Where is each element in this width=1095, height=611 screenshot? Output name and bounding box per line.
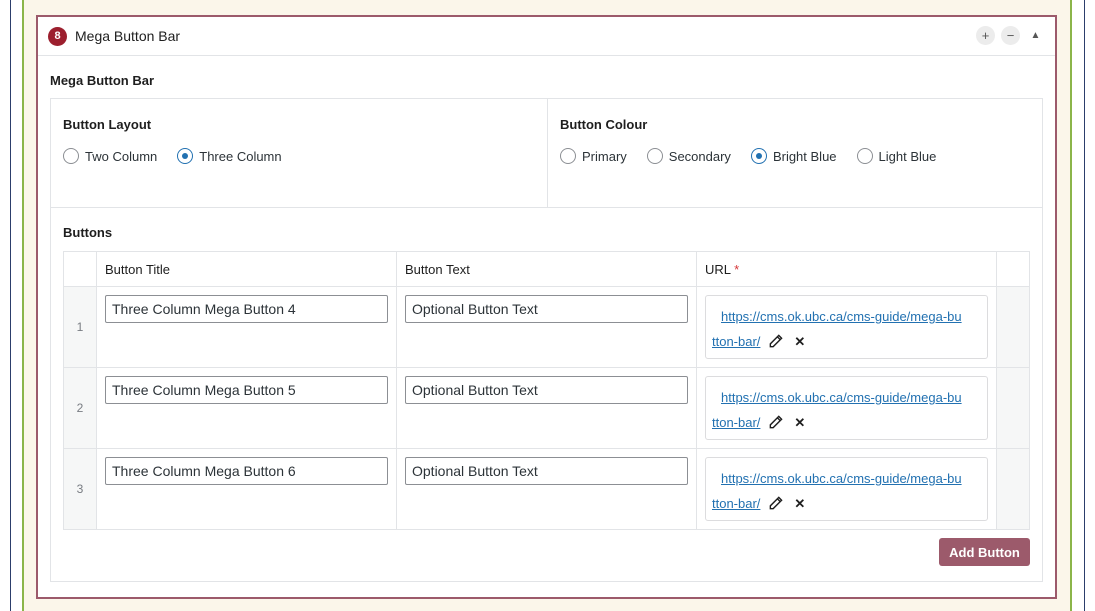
radio-light-blue[interactable]: Light Blue [856,148,937,164]
radio-secondary[interactable]: Secondary [646,148,731,164]
button-text-input[interactable] [405,457,688,485]
button-text-input[interactable] [405,295,688,323]
buttons-repeater: Button Title Button Text URL * 1 Three C… [63,251,1030,530]
button-text-input[interactable] [405,376,688,404]
pencil-icon[interactable] [768,496,784,512]
required-mark: * [734,261,740,277]
url-link-continued[interactable]: tton-bar/ [712,410,760,435]
button-layout-radios: Two Column Three Column [63,148,302,164]
field-group: Button Layout Two Column Three Column Bu… [50,98,1043,582]
url-link[interactable]: https://cms.ok.ubc.ca/cms-guide/mega-bu [721,309,962,324]
button-text-cell [396,286,697,368]
button-text-cell [396,367,697,449]
radio-label: Secondary [668,148,731,164]
url-link-continued[interactable]: tton-bar/ [712,329,760,354]
button-title-input[interactable] [105,295,388,323]
row-actions-cell[interactable] [996,448,1030,530]
button-colour-field: Button Colour Primary Secondary Bright B… [548,99,1042,207]
button-title-cell [96,286,397,368]
button-text-cell [396,448,697,530]
row-actions-cell[interactable] [996,367,1030,449]
header-url: URL * [696,251,997,287]
layout-block: 8 Mega Button Bar + − ▲ Mega Button Bar … [36,15,1057,599]
layout-title: Mega Button Bar [75,28,181,44]
pencil-icon[interactable] [768,334,784,350]
radio-label: Bright Blue [772,148,837,164]
button-colour-label: Button Colour [560,117,648,132]
radio-button-selected[interactable] [750,148,767,164]
button-title-cell [96,448,397,530]
table-row: 1 https://cms.ok.ubc.ca/cms-guide/mega-b… [63,286,1030,368]
radio-label: Three Column [199,148,282,164]
close-icon[interactable]: ✕ [794,329,805,354]
radio-button[interactable] [646,148,663,164]
button-title-input[interactable] [105,457,388,485]
url-link[interactable]: https://cms.ok.ubc.ca/cms-guide/mega-bu [721,390,962,405]
row-order-handle[interactable]: 3 [63,448,97,530]
field-label: Mega Button Bar [50,73,154,88]
radio-button-selected[interactable] [177,148,194,164]
row-actions-cell[interactable] [996,286,1030,368]
layout-controls: + − ▲ [976,26,1045,45]
repeater-header-row: Button Title Button Text URL * [63,251,1030,287]
url-header-label: URL [705,261,731,277]
url-link[interactable]: https://cms.ok.ubc.ca/cms-guide/mega-bu [721,471,962,486]
close-icon[interactable]: ✕ [794,491,805,516]
button-layout-label: Button Layout [63,117,152,132]
add-button-button[interactable]: Add Button [939,538,1030,566]
row-order-handle[interactable]: 1 [63,286,97,368]
radio-three-column[interactable]: Three Column [177,148,282,164]
radio-button[interactable] [560,148,576,164]
close-icon[interactable]: ✕ [794,410,805,435]
button-title-cell [96,367,397,449]
layout-header[interactable]: 8 Mega Button Bar + − ▲ [38,17,1055,56]
url-link-continued[interactable]: tton-bar/ [712,491,760,516]
pencil-icon[interactable] [768,415,784,431]
url-cell: https://cms.ok.ubc.ca/cms-guide/mega-bu … [696,367,997,449]
collapse-icon[interactable]: ▲ [1026,26,1045,45]
url-cell: https://cms.ok.ubc.ca/cms-guide/mega-bu … [696,448,997,530]
radio-primary[interactable]: Primary [560,148,627,164]
url-field: https://cms.ok.ubc.ca/cms-guide/mega-bu … [705,295,988,359]
url-cell: https://cms.ok.ubc.ca/cms-guide/mega-bu … [696,286,997,368]
radio-button[interactable] [63,148,79,164]
buttons-label: Buttons [63,225,113,240]
radio-label: Primary [582,148,627,164]
radio-button[interactable] [856,148,873,164]
add-layout-button[interactable]: + [976,26,995,45]
button-title-input[interactable] [105,376,388,404]
remove-layout-button[interactable]: − [1001,26,1020,45]
header-button-text: Button Text [396,251,697,287]
header-button-title: Button Title [96,251,397,287]
table-row: 3 https://cms.ok.ubc.ca/cms-guide/mega-b… [63,448,1030,530]
button-layout-field: Button Layout Two Column Three Column [51,99,548,207]
row-order-handle[interactable]: 2 [63,367,97,449]
radio-label: Two Column [85,148,158,164]
url-field: https://cms.ok.ubc.ca/cms-guide/mega-bu … [705,457,988,521]
url-field: https://cms.ok.ubc.ca/cms-guide/mega-bu … [705,376,988,440]
header-order-cell [63,251,97,287]
radio-bright-blue[interactable]: Bright Blue [750,148,837,164]
radio-two-column[interactable]: Two Column [63,148,157,164]
button-colour-radios: Primary Secondary Bright Blue Light Blue [560,148,956,164]
layout-order-badge[interactable]: 8 [48,26,67,46]
header-actions-cell [996,251,1030,287]
options-row: Button Layout Two Column Three Column Bu… [51,99,1042,208]
radio-label: Light Blue [878,148,937,164]
table-row: 2 https://cms.ok.ubc.ca/cms-guide/mega-b… [63,367,1030,449]
